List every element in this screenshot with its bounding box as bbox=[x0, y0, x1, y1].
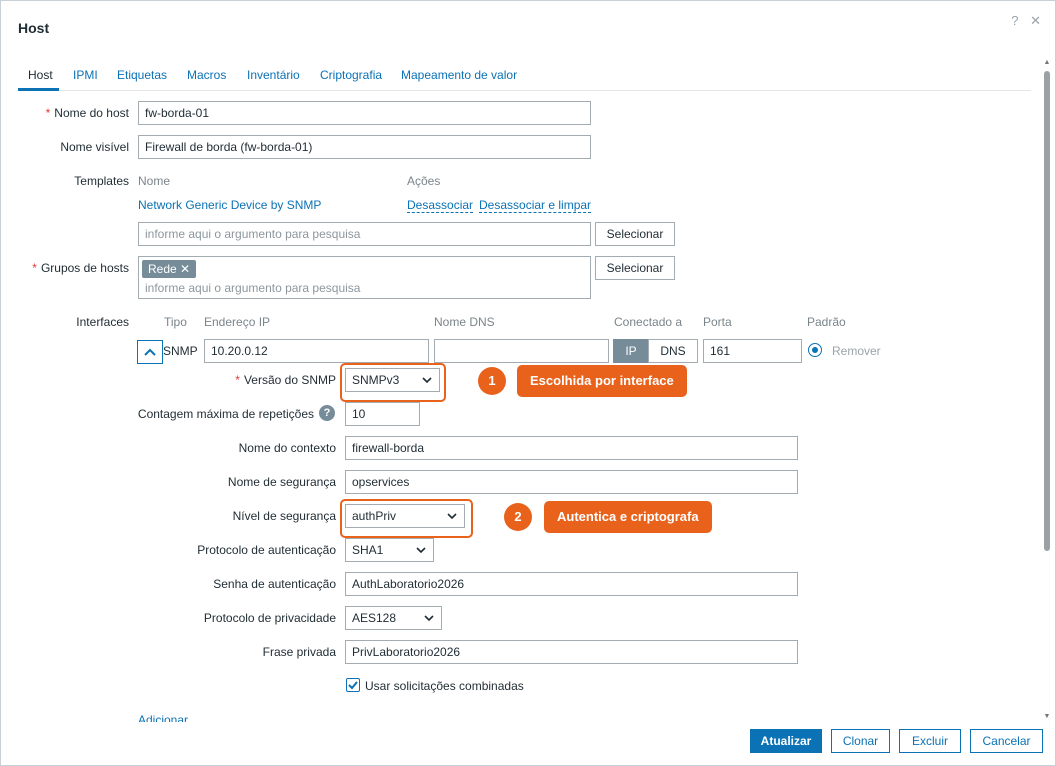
priv-passphrase-label: Frase privada bbox=[262, 645, 336, 659]
connect-ip-button[interactable]: IP bbox=[613, 339, 649, 363]
priv-protocol-select[interactable]: AES128 bbox=[345, 606, 442, 630]
tab-tags[interactable]: Etiquetas bbox=[117, 68, 167, 82]
host-dialog: Host ? ✕ Host IPMI Etiquetas Macros Inve… bbox=[0, 0, 1056, 766]
host-name-field[interactable]: fw-borda-01 bbox=[138, 101, 591, 125]
add-interface-link[interactable]: Adicionar bbox=[138, 713, 188, 722]
dialog-header-icons: ? ✕ bbox=[1003, 13, 1041, 29]
templates-col-actions: Ações bbox=[407, 174, 441, 188]
interface-ip-field[interactable]: 10.20.0.12 bbox=[204, 339, 429, 363]
add-link-clip: Adicionar bbox=[138, 713, 218, 722]
annotation-number-2: 2 bbox=[504, 503, 532, 531]
auth-password-label: Senha de autenticação bbox=[213, 577, 336, 591]
delete-button[interactable]: Excluir bbox=[899, 729, 961, 753]
connect-dns-button[interactable]: DNS bbox=[648, 339, 698, 363]
templates-search-input[interactable]: informe aqui o argumento para pesquisa bbox=[138, 222, 591, 246]
tab-ipmi[interactable]: IPMI bbox=[73, 68, 98, 82]
host-groups-placeholder: informe aqui o argumento para pesquisa bbox=[145, 281, 361, 295]
visible-name-label: Nome visível bbox=[60, 140, 129, 154]
bulk-checkbox[interactable] bbox=[346, 678, 360, 692]
security-name-label: Nome de segurança bbox=[227, 475, 336, 489]
context-name-label: Nome do contexto bbox=[238, 441, 336, 455]
host-group-tag: Rede ✕ bbox=[142, 260, 197, 278]
templates-col-name: Nome bbox=[138, 174, 171, 188]
tab-macros[interactable]: Macros bbox=[187, 68, 226, 82]
annotation-number-1: 1 bbox=[478, 367, 506, 395]
context-name-field[interactable]: firewall-borda bbox=[345, 436, 798, 460]
dialog-title: Host bbox=[18, 20, 50, 36]
update-button[interactable]: Atualizar bbox=[750, 729, 822, 753]
interfaces-col-default: Padrão bbox=[807, 315, 846, 329]
template-link[interactable]: Network Generic Device by SNMP bbox=[138, 198, 321, 212]
collapse-button[interactable] bbox=[137, 340, 163, 364]
visible-name-field[interactable]: Firewall de borda (fw-borda-01) bbox=[138, 135, 591, 159]
interface-dns-field[interactable] bbox=[434, 339, 609, 363]
priv-protocol-label: Protocolo de privacidade bbox=[203, 611, 336, 625]
annotation-highlight-1 bbox=[340, 363, 446, 402]
auth-password-field[interactable]: AuthLaboratorio2026 bbox=[345, 572, 798, 596]
unlink-clear-link[interactable]: Desassociar e limpar bbox=[479, 198, 592, 213]
annotation-highlight-2 bbox=[340, 499, 473, 538]
cancel-button[interactable]: Cancelar bbox=[970, 729, 1043, 753]
scroll-up-icon[interactable]: ▲ bbox=[1043, 59, 1051, 67]
remove-interface-link[interactable]: Remover bbox=[832, 344, 881, 358]
interfaces-col-port: Porta bbox=[703, 315, 732, 329]
priv-protocol-value: AES128 bbox=[352, 611, 397, 625]
priv-passphrase-field[interactable]: PrivLaboratorio2026 bbox=[345, 640, 798, 664]
radio-dot bbox=[812, 347, 818, 353]
clone-button[interactable]: Clonar bbox=[831, 729, 890, 753]
annotation-text-2: Autentica e criptografa bbox=[544, 501, 712, 533]
templates-select-button[interactable]: Selecionar bbox=[595, 222, 675, 246]
interface-port-field[interactable]: 161 bbox=[703, 339, 802, 363]
chevron-down-icon bbox=[416, 547, 426, 553]
auth-protocol-label: Protocolo de autenticação bbox=[197, 543, 336, 557]
help-icon[interactable]: ? bbox=[1011, 13, 1018, 28]
interfaces-col-connect: Conectado a bbox=[614, 315, 683, 329]
tab-value-mapping[interactable]: Mapeamento de valor bbox=[401, 68, 517, 82]
interfaces-label: Interfaces bbox=[76, 315, 129, 329]
auth-protocol-value: SHA1 bbox=[352, 543, 384, 557]
interfaces-col-dns: Nome DNS bbox=[434, 315, 495, 329]
max-repetitions-field[interactable]: 10 bbox=[345, 402, 420, 426]
host-groups-select-button[interactable]: Selecionar bbox=[595, 256, 675, 280]
scrollbar[interactable]: ▲ ▼ bbox=[1043, 59, 1051, 721]
scroll-down-icon[interactable]: ▼ bbox=[1043, 713, 1051, 721]
tab-host[interactable]: Host bbox=[28, 68, 53, 82]
annotation-text-1: Escolhida por interface bbox=[517, 365, 687, 397]
host-name-label: * Nome do host bbox=[45, 106, 129, 120]
interface-type: SNMP bbox=[163, 344, 198, 358]
tab-bar: Host IPMI Etiquetas Macros Inventário Cr… bbox=[18, 65, 1031, 91]
templates-label: Templates bbox=[74, 174, 129, 188]
unlink-link[interactable]: Desassociar bbox=[407, 198, 474, 213]
security-level-label: Nível de segurança bbox=[232, 509, 336, 523]
scroll-thumb[interactable] bbox=[1044, 71, 1050, 551]
host-groups-label: * Grupos de hosts bbox=[32, 261, 129, 275]
host-groups-field[interactable]: Rede ✕ informe aqui o argumento para pes… bbox=[138, 256, 591, 299]
default-radio[interactable] bbox=[808, 343, 822, 357]
checkmark-icon bbox=[348, 681, 358, 690]
auth-protocol-select[interactable]: SHA1 bbox=[345, 538, 434, 562]
remove-tag-icon[interactable]: ✕ bbox=[180, 262, 190, 276]
security-name-field[interactable]: opservices bbox=[345, 470, 798, 494]
bulk-label: Usar solicitações combinadas bbox=[365, 679, 524, 693]
chevron-down-icon bbox=[424, 615, 434, 621]
max-repetitions-label: Contagem máxima de repetições bbox=[137, 407, 314, 421]
interfaces-col-ip: Endereço IP bbox=[204, 315, 271, 329]
chevron-up-icon bbox=[144, 348, 156, 356]
tab-encryption[interactable]: Criptografia bbox=[320, 68, 382, 82]
interfaces-col-type: Tipo bbox=[164, 315, 187, 329]
help-icon[interactable]: ? bbox=[319, 405, 335, 421]
close-icon[interactable]: ✕ bbox=[1030, 13, 1041, 28]
active-tab-indicator bbox=[18, 88, 59, 91]
tab-inventory[interactable]: Inventário bbox=[247, 68, 300, 82]
snmp-version-label: * Versão do SNMP bbox=[235, 373, 336, 387]
